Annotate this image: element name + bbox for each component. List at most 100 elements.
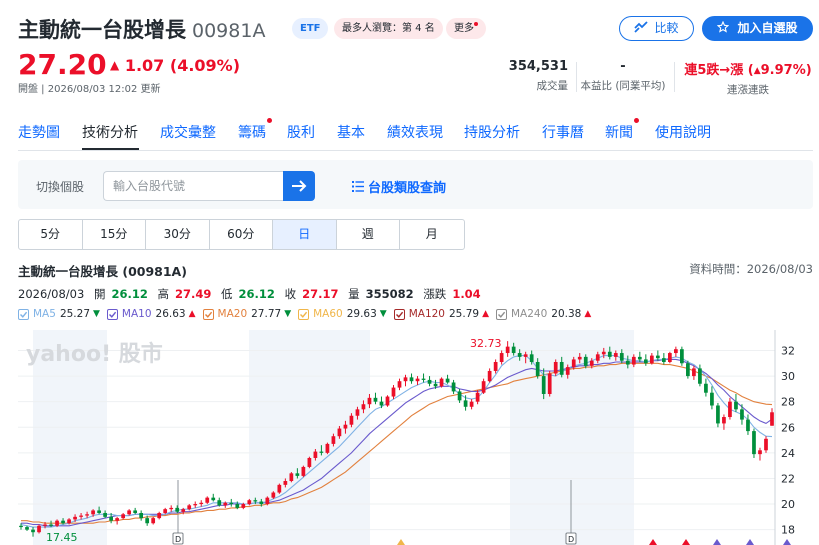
stock-code-input[interactable] bbox=[103, 171, 283, 201]
more-tag[interactable]: 更多 bbox=[446, 18, 486, 39]
candle-body bbox=[445, 378, 450, 383]
candle bbox=[151, 516, 156, 525]
period-button-4[interactable]: 日 bbox=[273, 220, 337, 249]
tab-6[interactable]: 績效表現 bbox=[387, 122, 443, 142]
candle-body bbox=[325, 443, 330, 453]
max-price-label: 32.73 bbox=[470, 337, 502, 350]
tab-7[interactable]: 持股分析 bbox=[464, 122, 520, 142]
add-watchlist-button[interactable]: 加入自選股 bbox=[702, 16, 813, 41]
tab-5[interactable]: 基本 bbox=[337, 122, 365, 142]
candle-body bbox=[139, 513, 144, 519]
rank-tag[interactable]: 最多人瀏覽：第 4 名 bbox=[334, 18, 443, 39]
ma-item-ma120[interactable]: MA120 25.79 ▲ bbox=[393, 308, 489, 320]
candle bbox=[157, 511, 162, 520]
streak-percent: 9.97%) bbox=[760, 63, 812, 78]
tab-4[interactable]: 股利 bbox=[287, 122, 315, 142]
candle-body bbox=[157, 513, 162, 519]
tab-1[interactable]: 技術分析 bbox=[82, 122, 138, 142]
ma-item-ma240[interactable]: MA240 20.38 ▲ bbox=[495, 308, 591, 320]
period-button-3[interactable]: 60分 bbox=[210, 220, 273, 249]
candle-body bbox=[43, 524, 47, 526]
tabs-divider bbox=[18, 150, 813, 151]
tab-label: 基本 bbox=[337, 125, 365, 141]
tab-label: 技術分析 bbox=[82, 125, 138, 141]
candle-body bbox=[595, 354, 600, 361]
candle bbox=[193, 501, 198, 508]
ma-item-ma5[interactable]: MA5 25.27 ▼ bbox=[18, 308, 100, 320]
candle bbox=[710, 386, 714, 410]
candle-body bbox=[289, 473, 294, 482]
category-search-link[interactable]: 台股類股查詢 bbox=[352, 177, 446, 196]
search-go-button[interactable] bbox=[283, 171, 315, 201]
checkbox-icon[interactable] bbox=[202, 308, 214, 320]
candle bbox=[199, 500, 204, 507]
checkbox-icon[interactable] bbox=[106, 308, 118, 320]
candle bbox=[661, 353, 666, 365]
tab-label: 成交彙整 bbox=[160, 125, 216, 141]
change-value: 1.07 bbox=[124, 56, 165, 75]
candle bbox=[325, 442, 330, 455]
candle bbox=[205, 496, 210, 505]
compare-button[interactable]: 比較 bbox=[619, 16, 694, 41]
candle bbox=[19, 523, 23, 530]
checkbox-icon[interactable] bbox=[18, 308, 29, 320]
tab-0[interactable]: 走勢圖 bbox=[18, 122, 60, 142]
candle bbox=[734, 393, 738, 412]
candle bbox=[121, 513, 126, 520]
candle bbox=[169, 505, 174, 512]
ma-item-ma10[interactable]: MA10 26.63 ▲ bbox=[106, 308, 196, 320]
checkbox-icon[interactable] bbox=[298, 308, 310, 320]
candle-body bbox=[163, 509, 168, 514]
change-label: 漲跌 bbox=[423, 287, 447, 301]
volume-label: 成交量 bbox=[536, 80, 569, 92]
candle-body bbox=[433, 383, 438, 387]
ma-label: MA10 bbox=[121, 308, 152, 320]
candle bbox=[133, 507, 138, 515]
candle-body bbox=[373, 397, 378, 402]
candle-body bbox=[613, 353, 618, 357]
tab-10[interactable]: 使用說明 bbox=[655, 122, 711, 142]
volume-stat: 354,531 成交量 bbox=[509, 59, 568, 93]
period-button-2[interactable]: 30分 bbox=[146, 220, 210, 249]
candle-body bbox=[451, 382, 456, 392]
ma-item-ma60[interactable]: MA60 29.63 ▼ bbox=[298, 308, 387, 320]
candlestick-chart[interactable]: 18 20 22 24 26 28 30 32 yahoo! 股市 32.73 17.45 D D bbox=[0, 330, 819, 545]
ma-item-ma20[interactable]: MA20 27.77 ▼ bbox=[202, 308, 291, 320]
candle-body bbox=[187, 505, 192, 510]
tab-9[interactable]: 新聞 bbox=[605, 118, 639, 142]
yahoo-watermark: yahoo! 股市 bbox=[26, 341, 163, 367]
period-button-1[interactable]: 15分 bbox=[83, 220, 146, 249]
tab-3[interactable]: 籌碼 bbox=[238, 118, 272, 142]
tab-8[interactable]: 行事曆 bbox=[542, 122, 584, 142]
y-tick-label: 20 bbox=[781, 498, 795, 511]
tab-2[interactable]: 成交彙整 bbox=[160, 122, 216, 142]
candle-body bbox=[710, 392, 714, 406]
period-button-5[interactable]: 週 bbox=[337, 220, 400, 249]
candle-body bbox=[409, 377, 414, 382]
candle bbox=[758, 447, 762, 461]
checkbox-icon[interactable] bbox=[495, 308, 507, 320]
period-button-6[interactable]: 月 bbox=[400, 220, 464, 249]
checkbox-icon[interactable] bbox=[393, 308, 405, 320]
candle-body bbox=[367, 397, 372, 405]
candle bbox=[764, 436, 768, 453]
tab-label: 行事曆 bbox=[542, 125, 584, 141]
price-change: ▲ 1.07 (4.09%) bbox=[110, 56, 240, 75]
candle-body bbox=[199, 502, 204, 505]
candle-body bbox=[625, 360, 630, 365]
period-button-0[interactable]: 5分 bbox=[19, 220, 83, 249]
nav-tabs: 走勢圖 技術分析 成交彙整 籌碼 股利 基本 績效表現 持股分析 行事曆 新聞 使用說明 bbox=[0, 118, 819, 150]
candle-body bbox=[217, 500, 222, 506]
candle-body bbox=[541, 376, 546, 394]
candle-body bbox=[487, 370, 492, 382]
candle-body bbox=[619, 353, 624, 361]
etf-tag[interactable]: ETF bbox=[292, 18, 329, 39]
candle-body bbox=[19, 525, 23, 528]
event-triangle-icon bbox=[649, 539, 657, 545]
candle-body bbox=[319, 451, 324, 453]
candle-body bbox=[349, 415, 354, 425]
down-triangle-icon: ▼ bbox=[93, 309, 100, 319]
candle-body bbox=[655, 355, 660, 359]
ma-value: 20.38 bbox=[551, 308, 582, 320]
chart-title: 主動統一台股增長 (00981A) bbox=[18, 264, 187, 279]
